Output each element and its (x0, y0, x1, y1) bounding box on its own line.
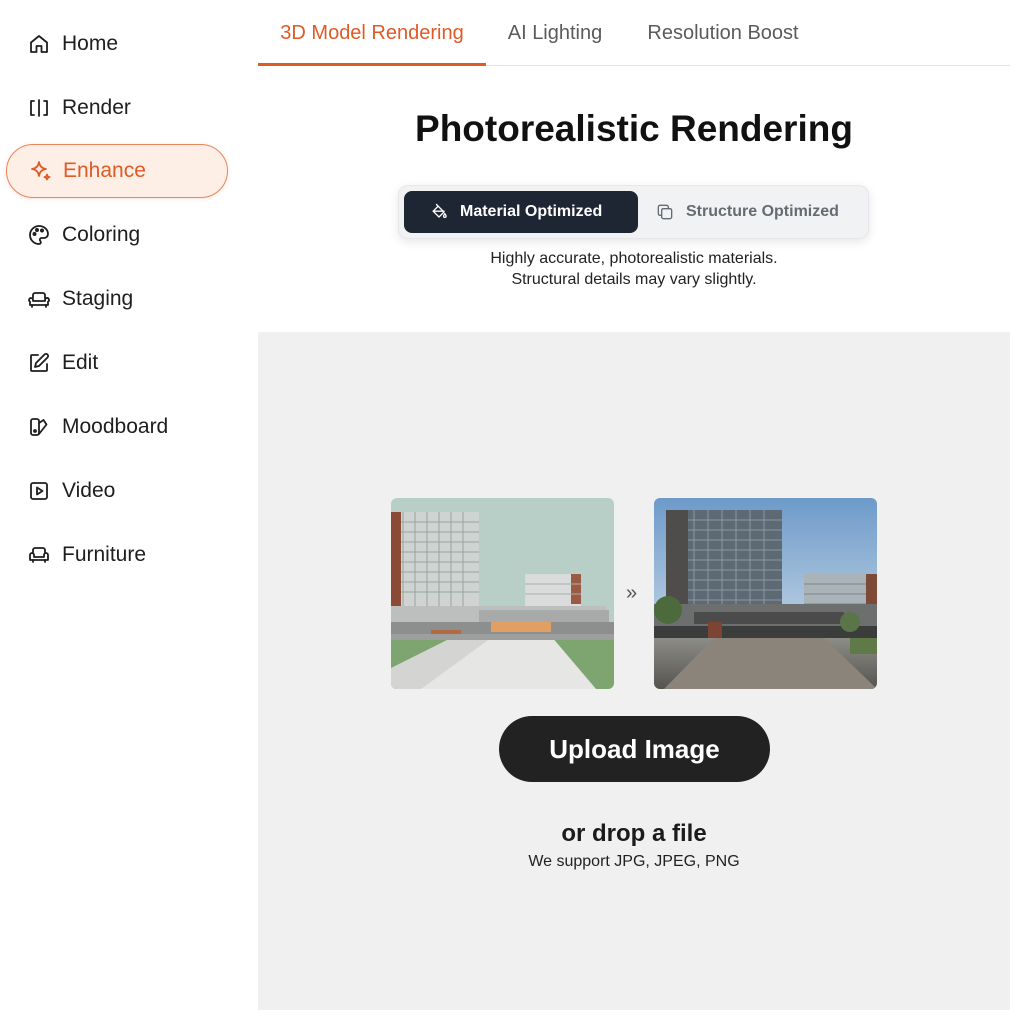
sidebar: Home Render Enhance Coloring Staging Edi… (0, 0, 258, 1024)
tab-resolution-boost[interactable]: Resolution Boost (634, 22, 812, 66)
sidebar-item-render[interactable]: Render (6, 81, 228, 135)
sidebar-item-label: Enhance (63, 159, 146, 182)
sofa-icon (26, 286, 52, 312)
sparkle-icon (27, 158, 53, 184)
moodboard-icon (26, 414, 52, 440)
sidebar-item-furniture[interactable]: Furniture (6, 528, 228, 582)
sidebar-item-label: Moodboard (62, 415, 169, 438)
sidebar-item-video[interactable]: Video (6, 464, 228, 518)
sidebar-item-home[interactable]: Home (6, 17, 228, 71)
home-icon (26, 31, 52, 57)
sidebar-item-label: Render (62, 96, 131, 119)
copy-icon (654, 201, 676, 223)
sidebar-item-label: Staging (62, 287, 134, 310)
drop-file-label: or drop a file (561, 820, 707, 847)
sidebar-item-label: Home (62, 32, 119, 55)
sidebar-item-coloring[interactable]: Coloring (6, 208, 228, 262)
armchair-icon (26, 542, 52, 568)
sidebar-item-label: Furniture (62, 543, 147, 566)
sidebar-item-label: Coloring (62, 223, 141, 246)
rendering-mode-toggle: Material Optimized Structure Optimized (398, 185, 869, 239)
page-title: Photorealistic Rendering (415, 108, 853, 149)
sidebar-item-label: Edit (62, 351, 99, 374)
tab-3d-model-rendering[interactable]: 3D Model Rendering (258, 22, 486, 66)
sidebar-item-label: Video (62, 479, 116, 502)
upload-dropzone[interactable]: » Upload Image or drop a file We support… (258, 332, 1010, 1010)
tab-ai-lighting[interactable]: AI Lighting (494, 22, 616, 66)
sidebar-item-edit[interactable]: Edit (6, 336, 228, 390)
render-icon (26, 95, 52, 121)
material-optimized-label: Material Optimized (460, 203, 603, 220)
sidebar-item-staging[interactable]: Staging (6, 272, 228, 326)
after-preview-image (654, 498, 877, 689)
palette-icon (26, 222, 52, 248)
play-icon (26, 478, 52, 504)
before-preview-image (391, 498, 614, 689)
edit-icon (26, 350, 52, 376)
sidebar-item-moodboard[interactable]: Moodboard (6, 400, 228, 454)
paint-bucket-icon (428, 201, 450, 223)
supported-formats-label: We support JPG, JPEG, PNG (528, 853, 740, 870)
structure-optimized-button[interactable]: Structure Optimized (648, 191, 863, 233)
material-optimized-button[interactable]: Material Optimized (404, 191, 638, 233)
sidebar-item-enhance[interactable]: Enhance (6, 144, 228, 198)
structure-optimized-label: Structure Optimized (686, 203, 839, 220)
upload-image-button[interactable]: Upload Image (499, 716, 770, 782)
mode-description-line1: Highly accurate, photorealistic material… (490, 250, 778, 267)
mode-description-line2: Structural details may vary slightly. (511, 271, 757, 288)
arrow-icon: » (626, 582, 638, 604)
mode-tabs: 3D Model Rendering AI Lighting Resolutio… (258, 0, 1010, 66)
